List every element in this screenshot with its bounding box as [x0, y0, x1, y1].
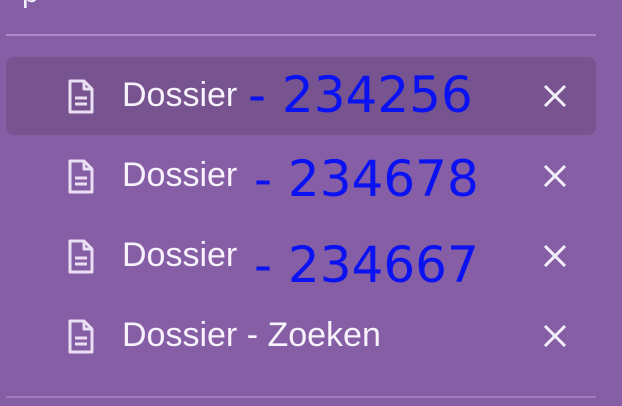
tab-item-dossier-2[interactable]: Dossier - 234678: [6, 137, 596, 215]
tab-label: Dossier - Zoeken: [122, 316, 381, 354]
tab-item-dossier-1[interactable]: Dossier - 234256: [6, 57, 596, 135]
bottom-divider: [6, 396, 596, 398]
top-divider: [6, 34, 596, 36]
close-icon[interactable]: [542, 83, 568, 109]
document-icon: [66, 159, 96, 195]
document-icon: [66, 319, 96, 355]
panel-title-fragment: p: [22, 0, 39, 8]
document-icon: [66, 239, 96, 275]
tab-label: Dossier: [122, 236, 238, 274]
tab-number-annotation: - 234678: [254, 150, 479, 208]
close-icon[interactable]: [542, 323, 568, 349]
tab-item-dossier-3[interactable]: Dossier - 234667: [6, 217, 596, 295]
tab-number-annotation: - 234256: [248, 66, 473, 124]
tab-label: Dossier: [122, 76, 238, 114]
tab-item-dossier-zoeken[interactable]: Dossier - Zoeken: [6, 297, 596, 375]
document-icon: [66, 79, 96, 115]
close-icon[interactable]: [542, 243, 568, 269]
tab-label: Dossier: [122, 156, 238, 194]
close-icon[interactable]: [542, 163, 568, 189]
tab-number-annotation: - 234667: [254, 236, 479, 294]
